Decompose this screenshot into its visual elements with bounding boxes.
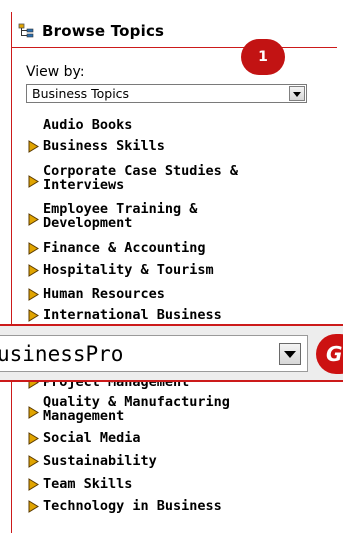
sitemap-icon <box>18 23 34 38</box>
topic-item[interactable]: Sustainability <box>28 454 157 468</box>
arrow-bullet-icon <box>28 477 39 491</box>
arrow-bullet-icon <box>28 454 39 468</box>
topic-label: Hospitality & Tourism <box>43 262 214 278</box>
arrow-bullet-icon <box>28 139 39 153</box>
arrow-bullet-icon <box>28 308 39 322</box>
arrow-bullet-icon <box>28 287 39 301</box>
topic-label: Quality & Manufacturing Management <box>43 394 230 424</box>
topic-label: Team Skills <box>43 476 133 492</box>
go-button[interactable]: GO <box>316 334 343 374</box>
arrow-bullet-icon <box>28 263 39 277</box>
arrow-bullet-icon <box>28 431 39 445</box>
topic-label: Business Skills <box>43 138 165 154</box>
topic-item[interactable]: Business Skills <box>28 139 165 153</box>
topic-item[interactable]: Quality & Manufacturing Management <box>28 395 230 423</box>
view-by-label: View by: <box>26 64 85 80</box>
header-divider <box>11 47 337 48</box>
topic-label: Corporate Case Studies & Interviews <box>43 163 239 193</box>
topic-item[interactable]: Social Media <box>28 431 141 445</box>
topic-label: International Business <box>43 307 222 323</box>
topic-item[interactable]: Human Resources <box>28 287 165 301</box>
panel-header: Browse Topics <box>18 20 164 42</box>
topic-label: Audio Books <box>43 117 133 133</box>
zoomed-search-bar: usinessPro GO <box>0 324 343 382</box>
arrow-bullet-icon <box>28 241 39 255</box>
topic-item[interactable]: Team Skills <box>28 477 132 491</box>
topic-item[interactable]: International Business <box>28 308 222 322</box>
view-by-select[interactable]: Business Topics <box>26 84 307 103</box>
product-select-value: usinessPro <box>0 341 124 366</box>
topic-label: Sustainability <box>43 453 157 469</box>
topic-item[interactable]: Hospitality & Tourism <box>28 263 214 277</box>
topic-label: Employee Training & Development <box>43 201 198 231</box>
topic-item[interactable]: Corporate Case Studies & Interviews <box>28 164 238 192</box>
dropdown-arrow-icon[interactable] <box>289 86 305 101</box>
panel-title: Browse Topics <box>42 22 165 40</box>
arrow-bullet-icon <box>28 175 39 188</box>
arrow-bullet-icon <box>28 499 39 513</box>
topic-item[interactable]: Technology in Business <box>28 499 222 513</box>
topic-item[interactable]: Audio Books <box>28 118 132 132</box>
arrow-bullet-icon <box>28 213 39 226</box>
dropdown-arrow-icon[interactable] <box>279 342 301 365</box>
topic-label: Technology in Business <box>43 498 222 514</box>
topic-label: Social Media <box>43 430 141 446</box>
topic-label: Finance & Accounting <box>43 240 206 256</box>
view-by-selected-value: Business Topics <box>32 86 130 101</box>
step-badge: 1 <box>241 39 285 75</box>
topic-item[interactable]: Finance & Accounting <box>28 241 206 255</box>
topic-item[interactable]: Employee Training & Development <box>28 202 197 230</box>
arrow-bullet-icon <box>28 406 39 419</box>
topic-label: Human Resources <box>43 286 165 302</box>
product-select[interactable]: usinessPro <box>0 335 308 372</box>
